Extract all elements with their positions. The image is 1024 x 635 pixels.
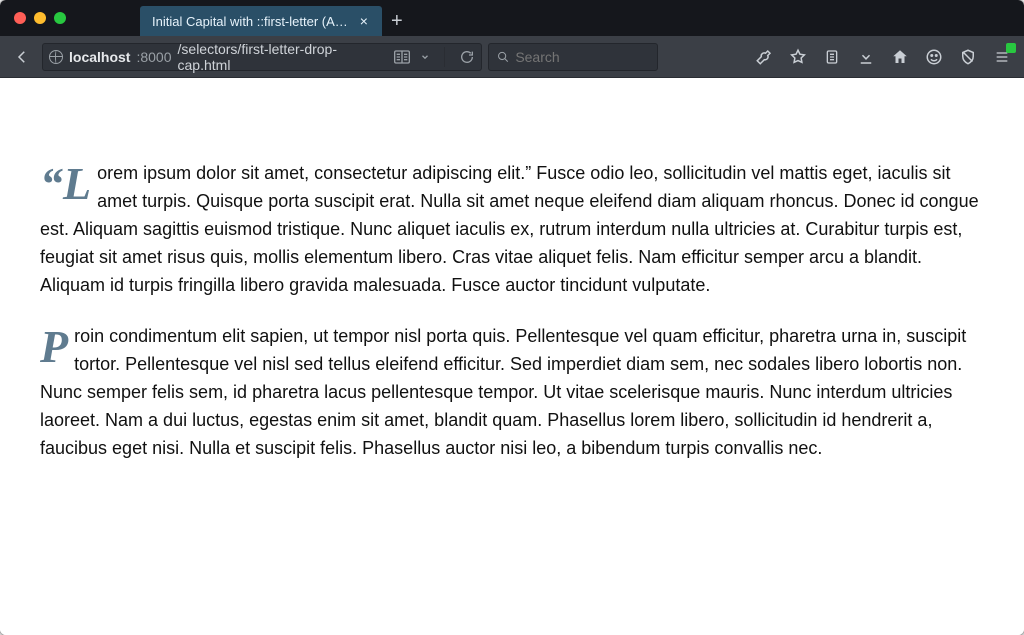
search-input[interactable] bbox=[515, 49, 649, 65]
url-bar[interactable]: localhost :8000/selectors/first-letter-dr… bbox=[42, 43, 482, 71]
url-path: /selectors/first-letter-drop-cap.html bbox=[178, 41, 388, 73]
reader-mode-button[interactable] bbox=[394, 50, 410, 64]
star-icon bbox=[789, 48, 807, 66]
toolbar: localhost :8000/selectors/first-letter-dr… bbox=[0, 36, 1024, 78]
home-button[interactable] bbox=[886, 43, 914, 71]
new-tab-button[interactable]: + bbox=[382, 0, 412, 36]
menu-button[interactable] bbox=[988, 43, 1016, 71]
shield-icon bbox=[959, 48, 977, 66]
reload-icon bbox=[459, 49, 475, 65]
downloads-button[interactable] bbox=[852, 43, 880, 71]
titlebar: Initial Capital with ::first-letter (A… … bbox=[0, 0, 1024, 36]
tab-close-button[interactable]: × bbox=[356, 13, 372, 29]
window-minimize-button[interactable] bbox=[34, 12, 46, 24]
download-icon bbox=[857, 48, 875, 66]
wrench-icon bbox=[755, 48, 773, 66]
url-host: localhost bbox=[69, 49, 130, 65]
page-content: “Lorem ipsum dolor sit amet, consectetur… bbox=[0, 78, 1024, 527]
page-viewport[interactable]: “Lorem ipsum dolor sit amet, consectetur… bbox=[0, 78, 1024, 635]
urlbar-right-icons bbox=[394, 47, 475, 67]
browser-window: Initial Capital with ::first-letter (A… … bbox=[0, 0, 1024, 635]
paragraph-1: “Lorem ipsum dolor sit amet, consectetur… bbox=[40, 160, 984, 299]
search-icon bbox=[497, 50, 509, 64]
home-icon bbox=[891, 48, 909, 66]
browser-tab[interactable]: Initial Capital with ::first-letter (A… … bbox=[140, 6, 382, 36]
traffic-lights bbox=[0, 0, 80, 36]
clipboard-icon bbox=[824, 48, 840, 66]
tab-spacer bbox=[80, 0, 140, 36]
divider bbox=[444, 47, 445, 67]
paragraph-2: Proin condimentum elit sapien, ut tempor… bbox=[40, 323, 984, 462]
smile-icon bbox=[925, 48, 943, 66]
shield-button[interactable] bbox=[954, 43, 982, 71]
reader-icon bbox=[394, 50, 410, 64]
tab-title: Initial Capital with ::first-letter (A… bbox=[152, 14, 348, 29]
back-button[interactable] bbox=[8, 43, 36, 71]
menu-update-badge bbox=[1006, 43, 1016, 53]
globe-icon bbox=[49, 50, 63, 64]
pocket-button[interactable] bbox=[920, 43, 948, 71]
reload-button[interactable] bbox=[459, 49, 475, 65]
bookmark-button[interactable] bbox=[784, 43, 812, 71]
window-close-button[interactable] bbox=[14, 12, 26, 24]
url-port: :8000 bbox=[136, 49, 171, 65]
chevron-down-icon bbox=[420, 52, 430, 62]
back-icon bbox=[13, 48, 31, 66]
history-dropdown-button[interactable] bbox=[420, 52, 430, 62]
devtools-button[interactable] bbox=[750, 43, 778, 71]
window-zoom-button[interactable] bbox=[54, 12, 66, 24]
library-button[interactable] bbox=[818, 43, 846, 71]
search-bar[interactable] bbox=[488, 43, 658, 71]
